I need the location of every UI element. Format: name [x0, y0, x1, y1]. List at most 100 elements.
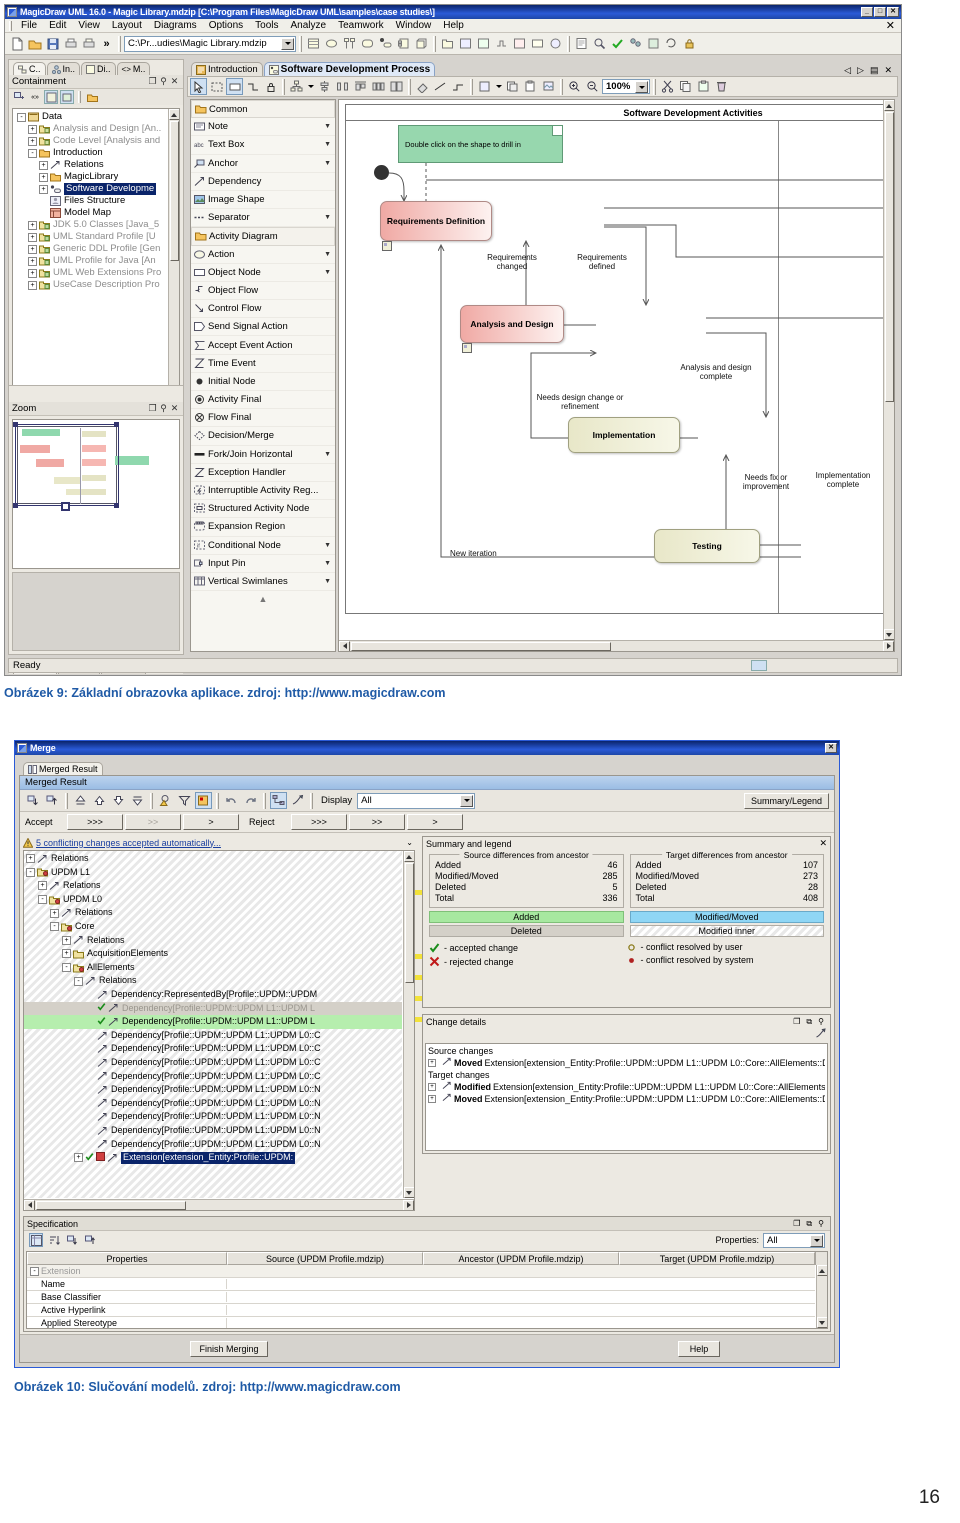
new-folder-icon[interactable] [85, 90, 99, 104]
tree-item[interactable]: + UML Web Extensions Pro [15, 267, 179, 279]
merge-settings-icon[interactable] [289, 792, 306, 809]
menu-file[interactable]: File [15, 19, 43, 32]
palette-item[interactable]: Image Shape [191, 191, 335, 210]
style-dropdown-icon[interactable] [494, 78, 503, 95]
merge-tree-vscroll-thumb[interactable] [404, 863, 414, 983]
highlight-icon[interactable] [195, 792, 212, 809]
tab-inheritance[interactable]: In.. [46, 62, 81, 75]
palette-item[interactable]: Time Event [191, 355, 335, 373]
filter-icon[interactable] [60, 90, 74, 104]
tree-item[interactable]: + Generic DDL Profile [Gen [15, 243, 179, 255]
pin-icon[interactable]: ⚲ [158, 76, 169, 87]
tab-next-icon[interactable]: ▷ [854, 65, 867, 76]
merge-tree-expander[interactable]: + [38, 881, 47, 891]
robustness-diagram-icon[interactable] [547, 35, 564, 52]
merge-tree-item[interactable]: - UPDM L0 [24, 893, 402, 907]
palette-item-dropdown-icon[interactable]: ▼ [324, 141, 331, 148]
palette-item[interactable]: Accept Event Action [191, 336, 335, 355]
tree-expander[interactable]: + [28, 136, 37, 146]
tab-introduction[interactable]: Introduction [191, 62, 263, 76]
close-button[interactable]: ✕ [887, 7, 899, 17]
style-icon[interactable] [476, 78, 493, 95]
specification-float-icon[interactable]: ⧉ [803, 1219, 815, 1229]
merge-tree-item[interactable]: - Core [24, 920, 402, 934]
merge-tree[interactable]: + Relations - UPDM L1 + Relations - UPDM L0 + Rel… [23, 850, 415, 1211]
specification-scroll-down-button[interactable] [816, 1317, 827, 1328]
tree-expander[interactable]: + [28, 256, 37, 266]
change-details-pin-icon[interactable]: ⚲ [815, 1017, 827, 1026]
palette-item[interactable]: Dependency [191, 173, 335, 191]
merge-tree-hscrollbar[interactable] [24, 1199, 414, 1210]
tree-collapse-icon[interactable]: «» [28, 90, 42, 104]
layout-icon[interactable] [288, 78, 305, 95]
merge-tree-item[interactable]: Dependency[Profile::UPDM::UPDM L1::UPDM … [24, 1070, 402, 1084]
panel-close-icon[interactable]: ✕ [169, 76, 180, 87]
palette-item-dropdown-icon[interactable]: ▼ [324, 451, 331, 458]
change-details-maximize-icon[interactable]: ❐ [790, 1017, 803, 1026]
palette-item[interactable]: Expansion Region [191, 518, 335, 537]
note-tool-icon[interactable] [226, 78, 243, 95]
merge-tree-hscroll-thumb[interactable] [36, 1200, 186, 1210]
component-diagram-icon[interactable] [395, 35, 412, 52]
change-row-expander[interactable]: + [428, 1059, 436, 1067]
palette-item[interactable]: if Conditional Node ▼ [191, 537, 335, 555]
merge-tree-item[interactable]: + AcquisitionElements [24, 947, 402, 961]
project-path-combo[interactable]: C:\Pr...udies\Magic Library.mdzip [124, 35, 296, 52]
subdiagram-marker-icon-2[interactable] [462, 343, 472, 356]
print-icon[interactable] [62, 35, 79, 52]
palette-item[interactable]: Action ▼ [191, 246, 335, 264]
tab-software-development-process[interactable]: Software Development Process [263, 62, 436, 76]
palette-item[interactable]: abc Text Box ▼ [191, 136, 335, 155]
menu-diagrams[interactable]: Diagrams [148, 19, 203, 32]
tree-expander[interactable]: + [28, 124, 37, 134]
validate-icon[interactable] [609, 35, 626, 52]
merge-tree-expander[interactable]: - [62, 963, 71, 973]
summary-legend-close-icon[interactable]: ✕ [819, 838, 827, 849]
last-change-icon[interactable] [129, 792, 146, 809]
show-diagram-icon[interactable] [270, 792, 287, 809]
canvas-scroll-up-button[interactable] [883, 100, 894, 111]
open-project-icon[interactable] [26, 35, 43, 52]
line-style-icon[interactable] [432, 78, 449, 95]
merge-tree-item[interactable]: - UPDM L1 [24, 866, 402, 880]
class-diagram-icon[interactable] [305, 35, 322, 52]
deployment-diagram-icon[interactable] [413, 35, 430, 52]
palette-item[interactable]: Activity Final [191, 391, 335, 410]
tab-diagrams[interactable]: Di.. [81, 62, 116, 75]
palette-item[interactable]: Send Signal Action [191, 318, 335, 337]
merge-tree-item[interactable]: Dependency[Profile::UPDM::UPDM L1::UPDM … [24, 1015, 402, 1029]
display-combo[interactable]: All [357, 792, 476, 809]
merge-tree-item[interactable]: Dependency:RepresentedBy[Profile::UPDM::… [24, 988, 402, 1002]
action-testing[interactable]: Testing [654, 529, 760, 563]
properties-filter-arrow[interactable] [810, 1234, 823, 1247]
palette-item[interactable]: Vertical Swimlanes ▼ [191, 573, 335, 592]
copy-icon[interactable] [677, 78, 694, 95]
palette-item[interactable]: Object Node ▼ [191, 264, 335, 282]
zoom-out-icon[interactable] [584, 78, 601, 95]
canvas-scroll-right-button[interactable] [883, 640, 894, 651]
canvas-hscroll-thumb[interactable] [351, 641, 611, 651]
action-implementation[interactable]: Implementation [568, 417, 680, 453]
filter-changes-icon[interactable] [176, 792, 193, 809]
zoom-level-combo[interactable]: 100% [602, 79, 650, 94]
palette-item[interactable]: Structured Activity Node [191, 500, 335, 519]
merge-tree-item[interactable]: + Relations [24, 934, 402, 948]
subdiagram-marker-icon[interactable] [382, 241, 392, 254]
accept-all-button[interactable]: >>> [67, 814, 123, 830]
tree-item[interactable]: - Data [15, 111, 179, 123]
zoom-level-dropdown-arrow[interactable] [635, 81, 648, 93]
finish-merging-button[interactable]: Finish Merging [190, 1340, 268, 1357]
select-tool-icon[interactable] [190, 78, 207, 95]
menu-close-doc[interactable]: ✕ [880, 18, 901, 33]
merge-tree-scroll-up-button[interactable] [403, 851, 414, 862]
palette-item[interactable]: Interruptible Activity Reg... [191, 482, 335, 501]
merge-tree-item[interactable]: Dependency[Profile::UPDM::UPDM L1::UPDM … [24, 1042, 402, 1056]
palette-item[interactable]: Separator ▼ [191, 209, 335, 228]
specification-row[interactable]: Name [27, 1278, 815, 1291]
package-diagram-icon[interactable] [439, 35, 456, 52]
tree-expander[interactable]: + [28, 220, 37, 230]
path-style-icon[interactable] [450, 78, 467, 95]
previous-change-icon[interactable] [91, 792, 108, 809]
expand-properties-icon[interactable] [65, 1233, 79, 1247]
tree-item[interactable]: + Relations [15, 159, 179, 171]
